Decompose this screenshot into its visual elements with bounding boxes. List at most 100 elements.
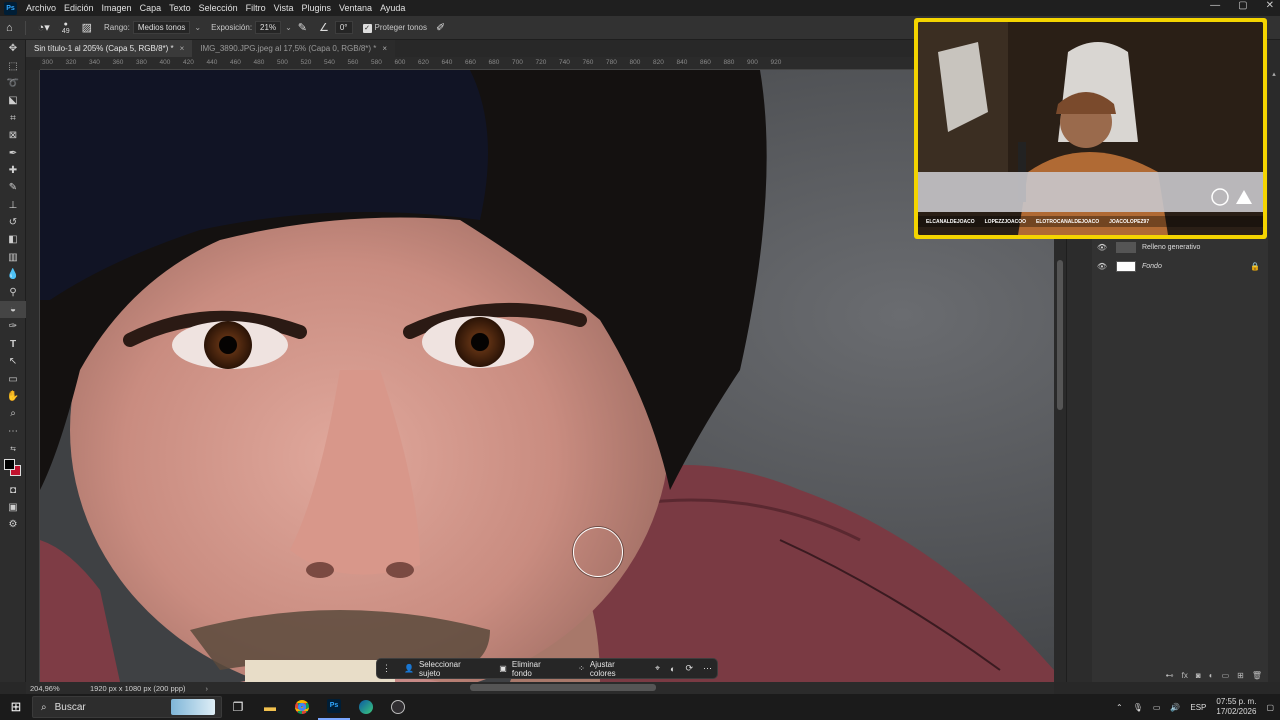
brush-preset-picker[interactable]: ● 49 <box>62 21 70 35</box>
scroll-up-icon[interactable]: ▴ <box>1268 70 1280 78</box>
foreground-color-swatch[interactable] <box>4 459 15 471</box>
brush-tool-icon[interactable]: ✎ <box>0 179 26 196</box>
home-icon[interactable]: ⌂ <box>6 22 13 34</box>
link-icon[interactable]: ⊷ <box>1166 671 1174 680</box>
eyedropper-tool-icon[interactable]: ✒ <box>0 144 26 161</box>
pressure-icon[interactable]: ✐ <box>436 21 445 34</box>
transform-icon[interactable]: ⌖ <box>655 663 660 674</box>
menu-vista[interactable]: Vista <box>270 3 298 13</box>
menu-capa[interactable]: Capa <box>136 3 166 13</box>
tab-document-1[interactable]: Sin título-1 al 205% (Capa 5, RGB/8*) * … <box>26 40 193 57</box>
close-tab-icon[interactable]: × <box>180 44 185 53</box>
chevron-down-icon[interactable]: ⌄ <box>285 23 292 32</box>
screen-mode-icon[interactable]: ▣ <box>0 499 26 516</box>
taskbar-search[interactable]: ⌕ Buscar <box>32 696 222 718</box>
hand-tool-icon[interactable]: ✋ <box>0 388 26 405</box>
notifications-icon[interactable]: ▢ <box>1266 703 1274 712</box>
layer-row[interactable]: 👁 Relleno generativo <box>1092 238 1268 257</box>
speaker-icon[interactable]: 🔊 <box>1170 703 1180 712</box>
chevron-down-icon[interactable]: ⌄ <box>194 23 201 32</box>
chrome-icon[interactable] <box>286 694 318 720</box>
path-selection-icon[interactable]: ↖ <box>0 353 26 370</box>
type-tool-icon[interactable]: T <box>0 336 26 353</box>
menu-seleccion[interactable]: Selección <box>195 3 242 13</box>
menu-texto[interactable]: Texto <box>165 3 195 13</box>
minimize-icon[interactable]: — <box>1210 0 1220 11</box>
history-brush-icon[interactable]: ↺ <box>0 214 26 231</box>
maximize-icon[interactable]: ▢ <box>1238 0 1247 11</box>
eraser-tool-icon[interactable]: ◧ <box>0 231 26 248</box>
edge-icon[interactable] <box>350 694 382 720</box>
more-options-icon[interactable]: ⋯ <box>703 663 712 674</box>
mask-icon[interactable]: ◙ <box>1196 671 1201 680</box>
menu-ventana[interactable]: Ventana <box>335 3 376 13</box>
folder-icon[interactable]: ▭ <box>1222 671 1230 680</box>
panel-scrollbar[interactable]: ▴ <box>1268 40 1280 682</box>
gradient-tool-icon[interactable]: ▥ <box>0 249 26 266</box>
protect-tones-checkbox[interactable]: ✓ Proteger tonos <box>362 23 427 33</box>
move-tool-icon[interactable]: ✥ <box>0 40 26 57</box>
angle-input[interactable]: 0° <box>334 21 353 34</box>
brush-settings-icon[interactable]: ▨ <box>82 21 92 34</box>
frame-tool-icon[interactable]: ⊠ <box>0 127 26 144</box>
layer-row[interactable]: 👁 Fondo 🔒 <box>1092 257 1268 276</box>
swap-colors-icon[interactable]: ⇆ <box>0 440 26 457</box>
zoom-tool-icon[interactable]: ⌕ <box>0 405 26 422</box>
healing-tool-icon[interactable]: ✚ <box>0 162 26 179</box>
document-canvas[interactable] <box>40 70 1054 682</box>
range-select[interactable]: Medios tonos <box>132 21 191 34</box>
crop-tool-icon[interactable]: ⌗ <box>0 110 26 127</box>
menu-imagen[interactable]: Imagen <box>98 3 136 13</box>
blur-tool-icon[interactable]: 💧 <box>0 266 26 283</box>
marquee-tool-icon[interactable]: ⬚ <box>0 57 26 74</box>
chevron-right-icon[interactable]: › <box>206 684 209 693</box>
generative-icon[interactable]: ⟳ <box>685 663 693 674</box>
language-indicator[interactable]: ESP <box>1190 703 1206 712</box>
sponge-tool-icon[interactable]: ◒ <box>0 300 26 319</box>
eye-icon[interactable]: 👁 <box>1092 262 1112 271</box>
edit-toolbar-icon[interactable]: ⚙ <box>0 516 26 533</box>
select-subject-button[interactable]: 👤 Seleccionar sujeto <box>396 660 491 678</box>
color-swatches[interactable] <box>0 457 26 481</box>
zoom-level[interactable]: 204,96% <box>30 684 80 693</box>
object-selection-tool-icon[interactable]: ⬕ <box>0 92 26 109</box>
horizontal-scrollbar-thumb[interactable] <box>470 684 656 691</box>
drag-handle-icon[interactable]: ⋮ <box>382 663 391 674</box>
tab-document-2[interactable]: IMG_3890.JPG.jpeg al 17,5% (Capa 0, RGB/… <box>192 40 396 57</box>
fx-icon[interactable]: fx <box>1182 671 1188 680</box>
remove-background-button[interactable]: ▣ Eliminar fondo <box>491 660 570 678</box>
close-tab-icon[interactable]: × <box>382 44 387 53</box>
exposure-input[interactable]: 21% <box>255 21 282 34</box>
obs-icon[interactable] <box>382 694 414 720</box>
close-icon[interactable]: ✕ <box>1266 0 1274 11</box>
menu-edicion[interactable]: Edición <box>60 3 98 13</box>
microphone-icon[interactable]: 🎙 <box>1133 703 1143 712</box>
new-layer-icon[interactable]: ⊞ <box>1237 671 1244 680</box>
adjust-colors-button[interactable]: ⁘ Ajustar colores <box>570 660 650 678</box>
eye-icon[interactable]: 👁 <box>1092 243 1112 252</box>
dodge-tool-icon[interactable]: ⚲ <box>0 283 26 300</box>
adjustment-icon[interactable]: ◐ <box>670 664 675 674</box>
stamp-tool-icon[interactable]: ⊥ <box>0 197 26 214</box>
menu-ayuda[interactable]: Ayuda <box>376 3 409 13</box>
menu-archivo[interactable]: Archivo <box>22 3 60 13</box>
airbrush-icon[interactable]: ✎ <box>298 21 307 34</box>
menu-plugins[interactable]: Plugins <box>298 3 336 13</box>
adjustment-icon[interactable]: ◐ <box>1209 671 1214 680</box>
clock[interactable]: 07:55 p. m. 17/02/2026 <box>1216 697 1256 717</box>
trash-icon[interactable]: 🗑 <box>1252 671 1262 680</box>
task-view-icon[interactable]: ❐ <box>222 694 254 720</box>
network-icon[interactable]: ▭ <box>1153 703 1161 712</box>
sponge-tool-preset-icon[interactable]: ◔▾ <box>38 21 50 34</box>
quick-mask-icon[interactable]: ◘ <box>0 481 26 498</box>
chevron-up-icon[interactable]: ⌃ <box>1116 703 1123 712</box>
file-explorer-icon[interactable]: ▬ <box>254 694 286 720</box>
scrollbar-thumb[interactable] <box>1057 260 1063 410</box>
lasso-tool-icon[interactable]: ➰ <box>0 75 26 92</box>
more-tools-icon[interactable]: ⋯ <box>0 423 26 440</box>
photoshop-icon[interactable]: Ps <box>318 694 350 720</box>
menu-filtro[interactable]: Filtro <box>242 3 270 13</box>
windows-start-icon[interactable]: ⊞ <box>0 699 32 715</box>
pen-tool-icon[interactable]: ✑ <box>0 318 26 335</box>
shape-tool-icon[interactable]: ▭ <box>0 370 26 387</box>
